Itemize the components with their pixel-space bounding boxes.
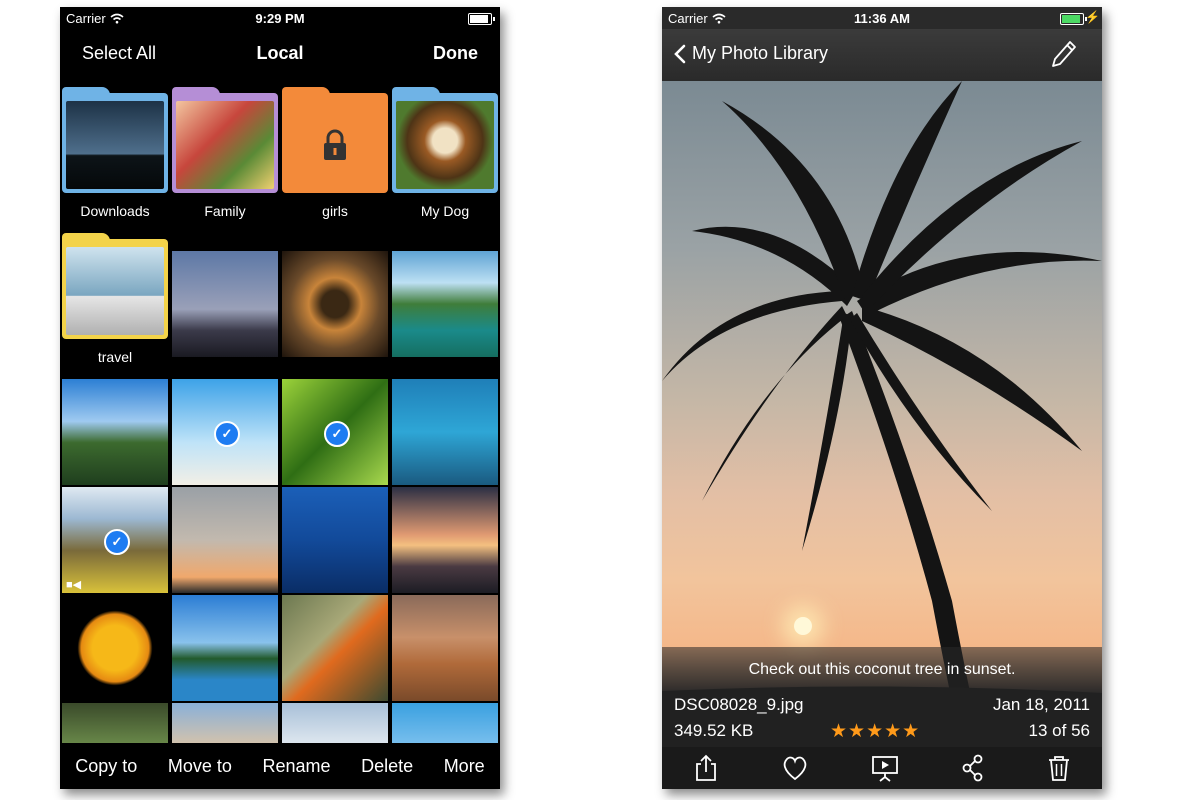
heart-icon[interactable] xyxy=(781,755,809,781)
photo-thumbnail[interactable] xyxy=(172,487,278,593)
trash-icon[interactable] xyxy=(1047,754,1071,782)
status-time: 9:29 PM xyxy=(255,11,305,26)
photo-thumbnail[interactable] xyxy=(172,251,278,357)
folder-downloads[interactable] xyxy=(62,87,168,193)
file-date: Jan 18, 2011 xyxy=(992,695,1090,714)
status-time: 11:36 AM xyxy=(854,11,910,26)
file-name: DSC08028_9.jpg xyxy=(674,695,804,714)
photo-view[interactable]: Check out this coconut tree in sunset. D… xyxy=(662,81,1102,747)
bottom-toolbar: Copy to Move to Rename Delete More xyxy=(60,743,500,789)
slideshow-icon[interactable] xyxy=(871,754,899,782)
delete-button[interactable]: Delete xyxy=(361,756,413,777)
status-bar: Carrier 11:36 AM ⚡ xyxy=(662,7,1102,29)
link-share-icon[interactable] xyxy=(961,754,985,782)
share-icon[interactable] xyxy=(693,754,719,782)
photo-thumbnail[interactable]: ✓ xyxy=(282,379,388,485)
nav-bar: Select All Local Done xyxy=(60,29,500,81)
charging-icon: ⚡ xyxy=(1085,10,1100,24)
video-camera-icon: ■◀ xyxy=(66,579,82,591)
photo-caption: Check out this coconut tree in sunset. xyxy=(748,661,1016,678)
folder-travel[interactable] xyxy=(62,233,168,339)
photo-thumbnail[interactable] xyxy=(62,595,168,701)
chevron-left-icon xyxy=(674,44,686,63)
back-button[interactable]: My Photo Library xyxy=(674,43,828,64)
photo-thumbnail[interactable] xyxy=(392,379,498,485)
status-bar: Carrier 9:29 PM xyxy=(60,7,500,29)
folder-label: girls xyxy=(322,203,348,219)
photo-thumbnail[interactable] xyxy=(282,487,388,593)
folder-label: Downloads xyxy=(80,203,150,219)
photo-thumbnail[interactable] xyxy=(392,595,498,701)
photo-thumbnail[interactable]: ✓ xyxy=(172,379,278,485)
checkmark-icon: ✓ xyxy=(324,421,350,447)
photo-info-panel: Check out this coconut tree in sunset. D… xyxy=(662,647,1102,747)
video-thumbnail[interactable]: ✓ ■◀ xyxy=(62,487,168,593)
nav-bar: My Photo Library xyxy=(662,29,1102,81)
checkmark-icon: ✓ xyxy=(104,529,130,555)
folder-label: travel xyxy=(97,349,133,365)
folder-family[interactable] xyxy=(172,87,278,193)
copy-to-button[interactable]: Copy to xyxy=(75,756,137,777)
more-button[interactable]: More xyxy=(444,756,485,777)
rename-button[interactable]: Rename xyxy=(262,756,330,777)
folder-label: Family xyxy=(204,203,246,219)
photo-grid: Downloads Family girls My Dog travel ✓ ✓… xyxy=(60,81,500,749)
folder-girls[interactable] xyxy=(282,87,388,193)
photo-thumbnail[interactable] xyxy=(282,251,388,357)
photo-thumbnail[interactable] xyxy=(282,595,388,701)
lock-icon xyxy=(324,129,346,160)
folder-label: My Dog xyxy=(420,203,470,219)
battery-icon xyxy=(1060,13,1087,25)
folder-my-dog[interactable] xyxy=(392,87,498,193)
photo-thumbnail[interactable] xyxy=(62,379,168,485)
photo-thumbnail[interactable] xyxy=(392,251,498,357)
file-size: 349.52 KB xyxy=(674,721,754,740)
move-to-button[interactable]: Move to xyxy=(168,756,232,777)
battery-icon xyxy=(468,13,495,25)
pencil-icon[interactable] xyxy=(1050,39,1078,69)
photo-detail-screen: Check out this coconut tree in sunset. D… xyxy=(662,7,1102,789)
bottom-toolbar xyxy=(662,747,1102,789)
photo-thumbnail[interactable] xyxy=(392,487,498,593)
photo-thumbnail[interactable] xyxy=(172,595,278,701)
back-button-label: My Photo Library xyxy=(692,43,829,63)
sun xyxy=(794,617,812,635)
checkmark-icon: ✓ xyxy=(214,421,240,447)
done-button[interactable]: Done xyxy=(433,43,478,64)
star-rating[interactable]: ★★★★★ xyxy=(830,720,920,743)
photo-grid-screen: Carrier 9:29 PM Select All Local Done Do… xyxy=(60,7,500,789)
photo-position: 13 of 56 xyxy=(1028,721,1090,740)
